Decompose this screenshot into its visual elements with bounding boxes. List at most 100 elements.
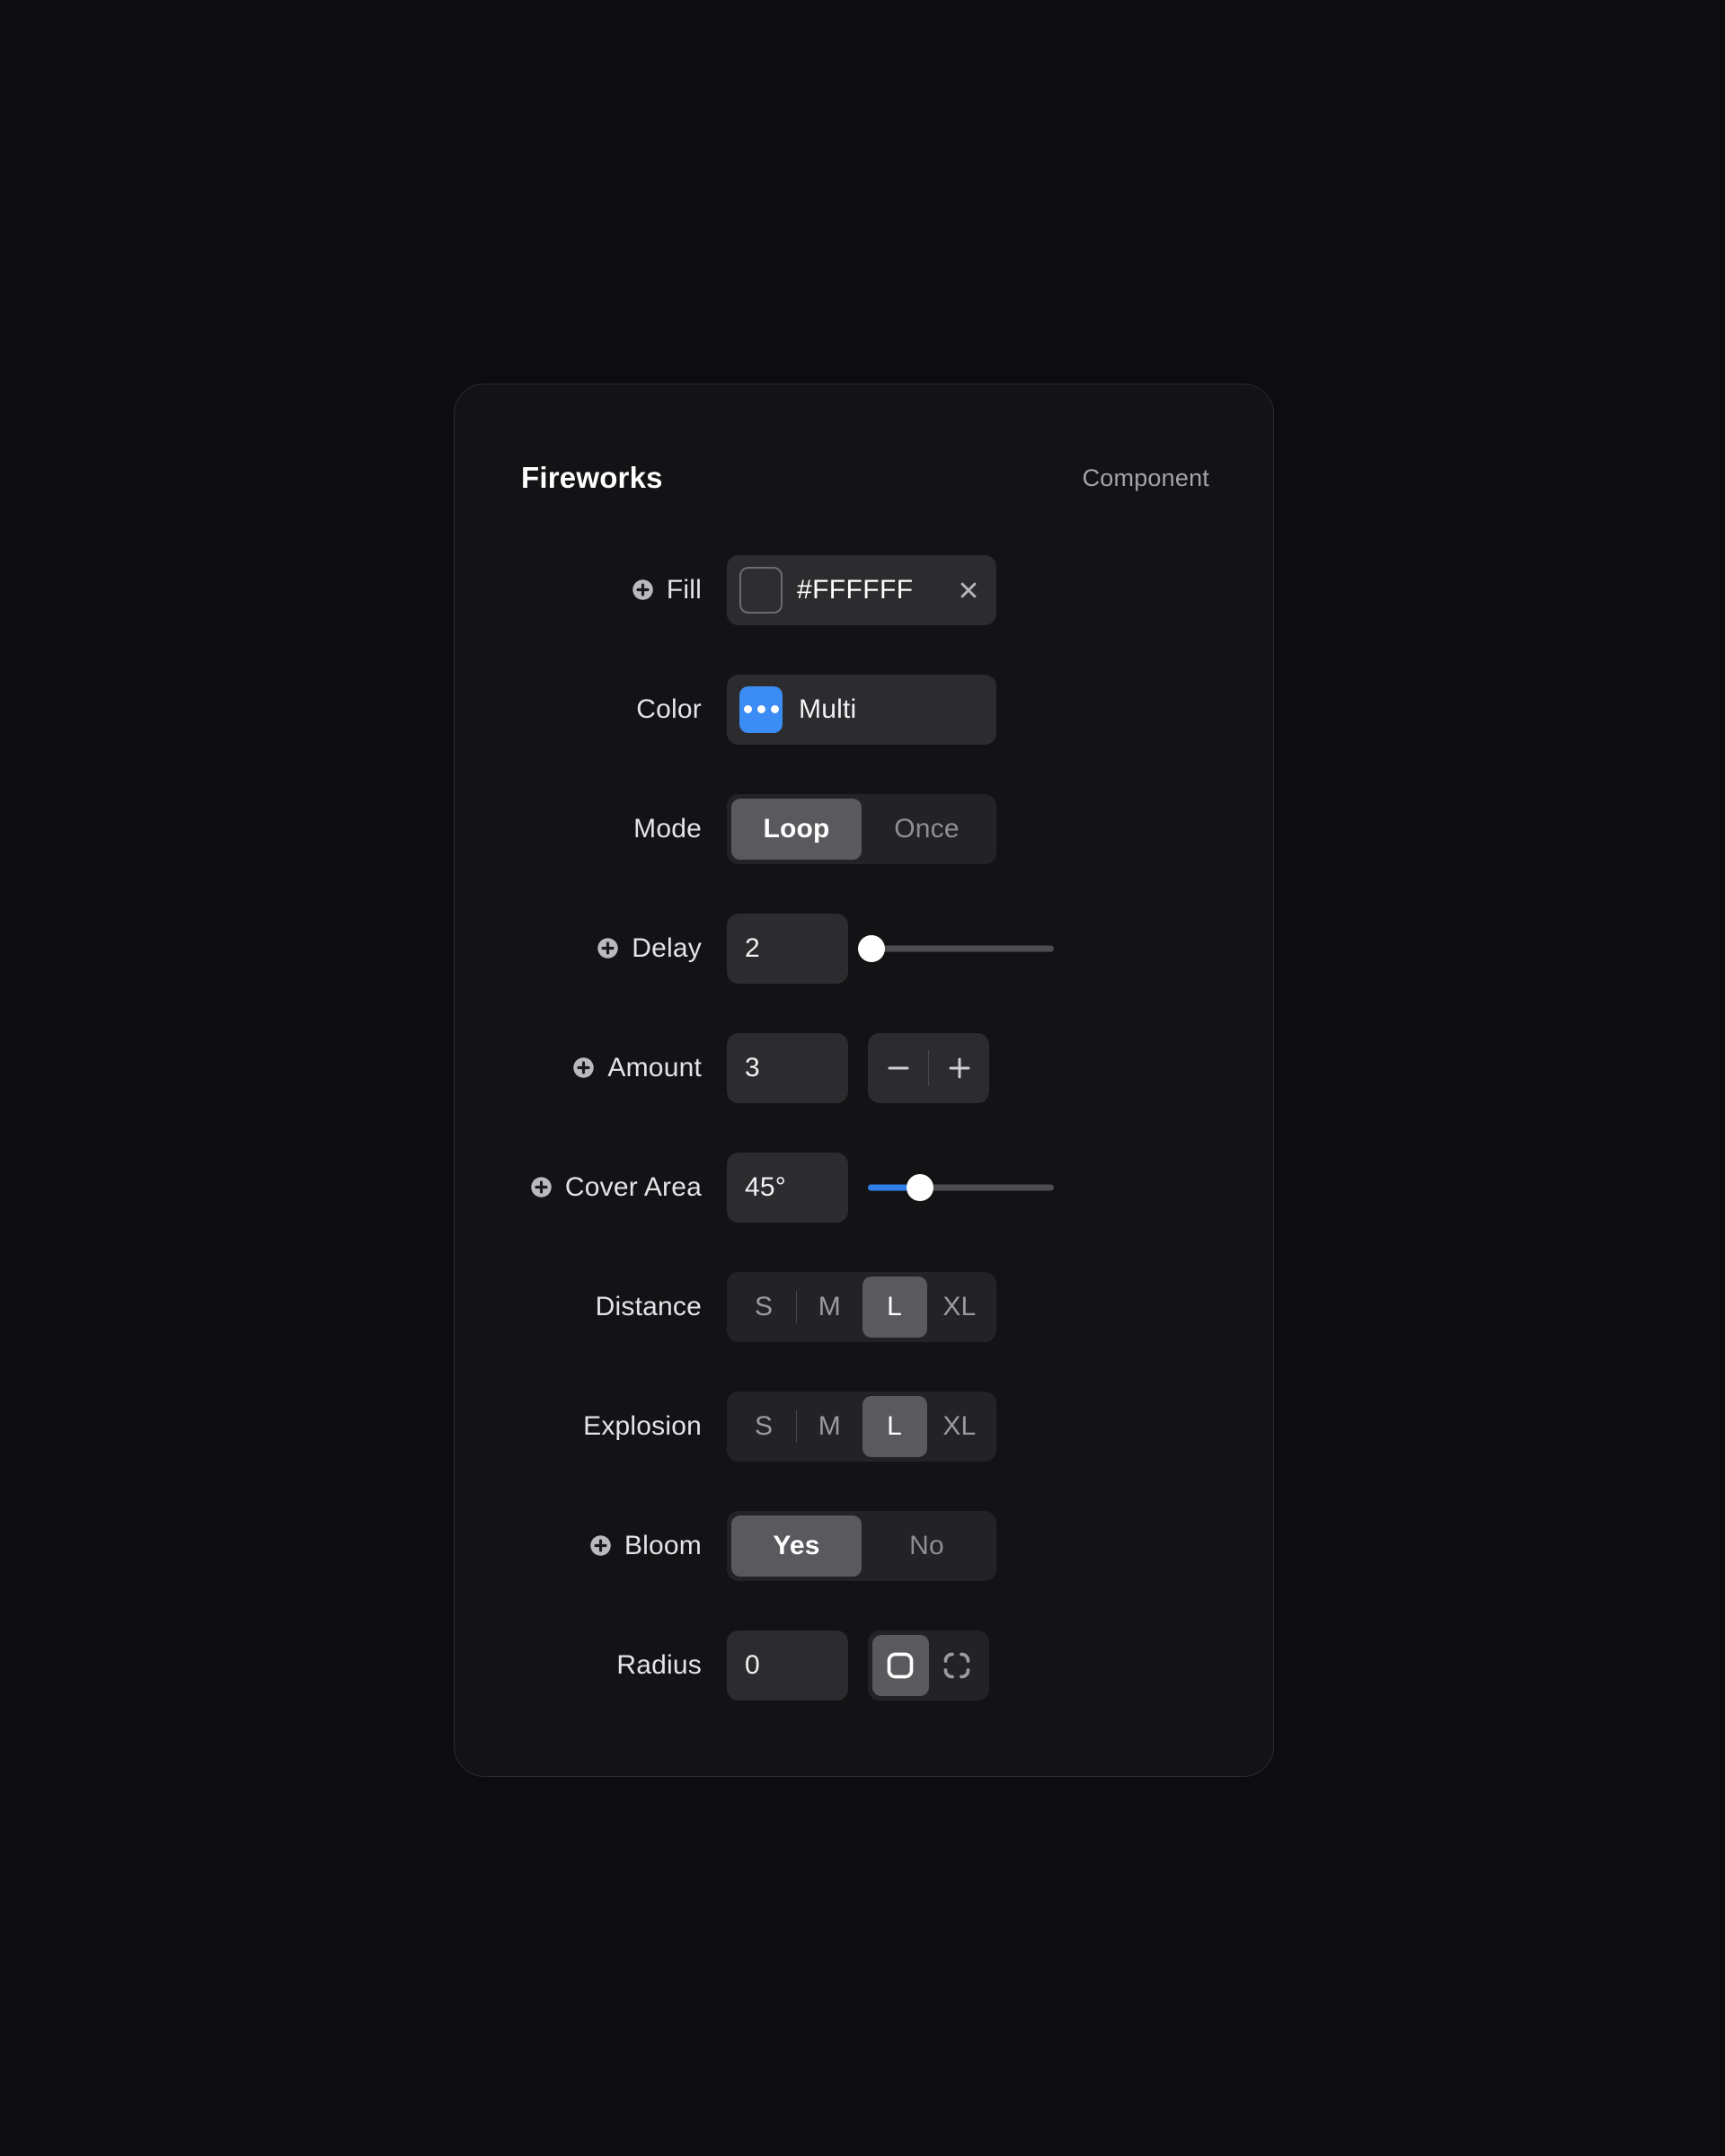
amount-stepper — [868, 1032, 989, 1103]
bloom-option-yes[interactable]: Yes — [731, 1515, 862, 1577]
plus-circle-icon[interactable] — [631, 578, 655, 602]
slider-track — [868, 945, 1054, 951]
radius-value: 0 — [745, 1649, 760, 1680]
color-value: Multi — [799, 694, 857, 724]
label-text: Amount — [607, 1052, 702, 1082]
cover-area-input[interactable]: 45° — [727, 1152, 848, 1223]
distance-option-l[interactable]: L — [862, 1276, 927, 1338]
distance-option-xl[interactable]: XL — [927, 1277, 992, 1338]
label-text: Radius — [616, 1649, 702, 1680]
explosion-option-xl[interactable]: XL — [927, 1396, 992, 1457]
row-cover-area-label: Cover Area — [455, 1167, 702, 1208]
label-text: Bloom — [624, 1530, 702, 1560]
panel-header: Fireworks Component — [521, 457, 1209, 499]
properties-panel: Fireworks Component Fill #FFFFFF Color M… — [454, 384, 1274, 1777]
row-distance-label: Distance — [455, 1286, 702, 1328]
panel-kind-label: Component — [1082, 464, 1209, 491]
distance-option-m[interactable]: M — [797, 1277, 862, 1338]
independent-corners-icon — [943, 1652, 970, 1678]
dot-icon — [743, 705, 752, 713]
row-delay-control: 2 — [727, 913, 1054, 984]
row-delay-label: Delay — [455, 928, 702, 969]
plus-circle-icon[interactable] — [571, 1056, 596, 1080]
row-radius-label: Radius — [455, 1645, 702, 1686]
row-explosion: Explosion S M L XL — [455, 1366, 1275, 1486]
slider-thumb[interactable] — [906, 1173, 933, 1201]
amount-input[interactable]: 3 — [727, 1032, 848, 1103]
radius-mode-control — [868, 1630, 989, 1701]
plus-circle-icon[interactable] — [588, 1533, 613, 1558]
row-cover-area-control: 45° — [727, 1152, 1054, 1223]
uniform-radius-button[interactable] — [872, 1634, 929, 1696]
row-fill-label: Fill — [455, 570, 702, 611]
screen-root: Fireworks Component Fill #FFFFFF Color M… — [0, 0, 1725, 2156]
bloom-option-no[interactable]: No — [862, 1515, 992, 1577]
explosion-option-l[interactable]: L — [862, 1395, 927, 1457]
plus-circle-icon[interactable] — [596, 936, 620, 960]
close-icon[interactable] — [955, 577, 982, 604]
dot-icon — [770, 705, 779, 713]
row-mode-control: Loop Once — [727, 793, 996, 864]
amount-value: 3 — [745, 1052, 760, 1082]
page-title: Fireworks — [521, 461, 663, 494]
fill-field[interactable]: #FFFFFF — [727, 554, 996, 625]
row-color-control: Multi — [727, 674, 996, 745]
row-explosion-label: Explosion — [455, 1406, 702, 1447]
delay-value: 2 — [745, 932, 760, 963]
row-bloom-label: Bloom — [455, 1525, 702, 1567]
row-radius-control: 0 — [727, 1630, 989, 1701]
row-delay: Delay 2 — [455, 888, 1275, 1008]
cover-area-slider[interactable] — [868, 1153, 1054, 1223]
label-text: Explosion — [583, 1410, 702, 1441]
label-text: Fill — [666, 574, 702, 605]
row-mode: Mode Loop Once — [455, 769, 1275, 888]
row-amount-control: 3 — [727, 1032, 989, 1103]
decrement-button[interactable] — [868, 1033, 928, 1103]
row-fill: Fill #FFFFFF — [455, 530, 1275, 649]
row-cover-area: Cover Area 45° — [455, 1127, 1275, 1247]
fill-color-swatch[interactable] — [739, 566, 783, 614]
row-color-label: Color — [455, 689, 702, 730]
label-text: Cover Area — [564, 1171, 702, 1202]
explosion-option-m[interactable]: M — [797, 1396, 862, 1457]
multi-dots-swatch[interactable] — [739, 685, 783, 733]
dot-icon — [756, 705, 765, 713]
row-mode-label: Mode — [455, 808, 702, 850]
cover-area-value: 45° — [745, 1171, 786, 1202]
radius-input[interactable]: 0 — [727, 1630, 848, 1701]
increment-button[interactable] — [929, 1033, 989, 1103]
label-text: Color — [636, 694, 702, 724]
row-explosion-control: S M L XL — [727, 1391, 996, 1462]
independent-corners-button[interactable] — [929, 1635, 986, 1696]
color-field[interactable]: Multi — [727, 674, 996, 745]
row-distance-control: S M L XL — [727, 1271, 996, 1342]
delay-input[interactable]: 2 — [727, 913, 848, 984]
row-fill-control: #FFFFFF — [727, 554, 996, 625]
mode-option-once[interactable]: Once — [862, 799, 992, 860]
row-color: Color Multi — [455, 649, 1275, 769]
row-amount-label: Amount — [455, 1047, 702, 1089]
label-text: Delay — [632, 932, 702, 963]
explosion-option-s[interactable]: S — [731, 1396, 796, 1457]
label-text: Mode — [633, 813, 702, 844]
properties-list: Fill #FFFFFF Color Multi Mode Loop Once … — [455, 530, 1275, 1725]
minus-icon — [888, 1066, 908, 1069]
delay-slider[interactable] — [858, 914, 1054, 984]
explosion-segmented-control: S M L XL — [727, 1391, 996, 1462]
mode-option-loop[interactable]: Loop — [731, 798, 862, 860]
uniform-radius-icon — [887, 1652, 914, 1678]
distance-option-s[interactable]: S — [731, 1277, 796, 1338]
row-amount: Amount 3 — [455, 1008, 1275, 1127]
plus-circle-icon[interactable] — [529, 1175, 553, 1199]
row-radius: Radius 0 — [455, 1605, 1275, 1725]
fill-hex-value: #FFFFFF — [797, 574, 914, 605]
row-bloom: Bloom Yes No — [455, 1486, 1275, 1605]
mode-segmented-control: Loop Once — [727, 793, 996, 864]
plus-icon — [949, 1057, 969, 1078]
row-bloom-control: Yes No — [727, 1510, 996, 1581]
bloom-segmented-control: Yes No — [727, 1510, 996, 1581]
row-distance: Distance S M L XL — [455, 1247, 1275, 1366]
distance-segmented-control: S M L XL — [727, 1271, 996, 1342]
slider-thumb[interactable] — [858, 934, 886, 962]
label-text: Distance — [595, 1291, 702, 1321]
